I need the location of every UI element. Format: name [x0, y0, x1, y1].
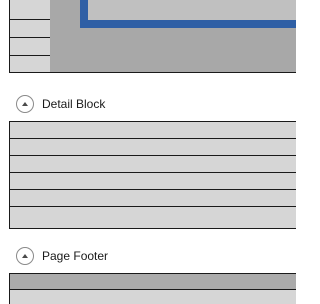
chevron-up-icon	[22, 254, 28, 258]
selected-control[interactable]	[80, 0, 296, 28]
ruler-line	[10, 19, 50, 20]
header-block-ruler	[10, 0, 50, 72]
detail-block-collapse-button[interactable]	[16, 95, 34, 113]
detail-block-body[interactable]	[9, 121, 296, 229]
band-line	[10, 155, 296, 156]
page-footer-body[interactable]	[9, 273, 296, 304]
page-footer-title: Page Footer	[42, 249, 109, 263]
band-line	[10, 206, 296, 207]
page-footer-collapse-button[interactable]	[16, 247, 34, 265]
band-line	[10, 189, 296, 190]
band-line	[10, 138, 296, 139]
detail-block-title: Detail Block	[42, 97, 106, 111]
page-footer-header: Page Footer	[16, 246, 108, 266]
ruler-line	[10, 55, 50, 56]
chevron-up-icon	[22, 102, 28, 106]
band-line	[10, 172, 296, 173]
header-block-canvas[interactable]	[50, 0, 296, 72]
detail-block-header: Detail Block	[16, 94, 105, 114]
ruler-line	[10, 37, 50, 38]
header-block-region	[9, 0, 296, 73]
selected-control-content	[88, 0, 296, 20]
page-footer-band	[10, 274, 296, 290]
